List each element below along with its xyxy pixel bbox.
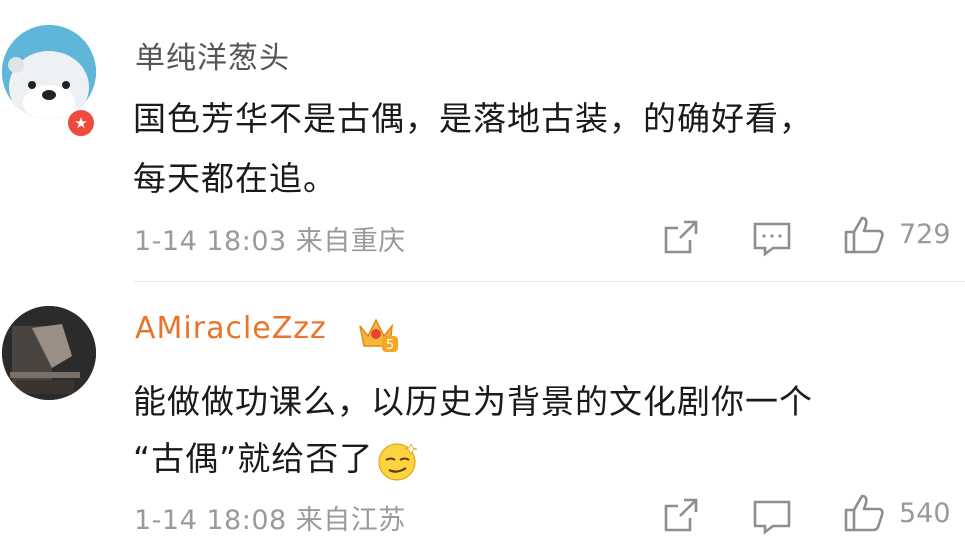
comment-icon[interactable]	[751, 498, 793, 536]
username[interactable]: AMiracleZzz	[135, 311, 327, 346]
like-icon[interactable]	[842, 492, 886, 534]
smirk-face-icon	[377, 440, 419, 482]
vip-crown-icon: 5	[356, 314, 400, 354]
comment-text-line: 国色芳华不是古偶，是落地古装，的确好看，	[133, 99, 813, 138]
comment-meta: 1-14 18:03 来自重庆	[134, 219, 406, 258]
photo-avatar-image	[2, 306, 96, 400]
comment-item: AMiracleZzz 5 能做做功课么，以历史为背景的文化剧你一个 “古偶”就…	[0, 282, 965, 536]
comment-text-line: 能做做功课么，以历史为背景的文化剧你一个	[133, 382, 813, 421]
comment-meta: 1-14 18:08 来自江苏	[134, 498, 406, 537]
timestamp: 1-14 18:08	[134, 505, 287, 536]
location: 来自江苏	[295, 505, 406, 536]
like-count: 729	[899, 219, 951, 250]
comment-text-line: 每天都在追。	[133, 159, 337, 198]
vip-level-number: 5	[386, 338, 394, 353]
avatar[interactable]	[2, 25, 96, 119]
otter-avatar-image	[2, 25, 96, 119]
share-icon[interactable]	[662, 218, 700, 256]
comment-icon[interactable]	[751, 220, 793, 258]
avatar[interactable]	[2, 306, 96, 400]
like-icon[interactable]	[842, 214, 886, 256]
comment-item: ★ 单纯洋葱头 国色芳华不是古偶，是落地古装，的确好看， 每天都在追。 1-14…	[0, 0, 965, 282]
like-count: 540	[899, 498, 951, 529]
comment-text-line: “古偶”就给否了	[133, 432, 419, 482]
location: 来自重庆	[295, 226, 406, 257]
timestamp: 1-14 18:03	[134, 226, 287, 257]
comment-text: “古偶”就给否了	[133, 439, 374, 478]
share-icon[interactable]	[662, 496, 700, 534]
verified-star-icon: ★	[65, 107, 97, 139]
username[interactable]: 单纯洋葱头	[135, 33, 290, 77]
